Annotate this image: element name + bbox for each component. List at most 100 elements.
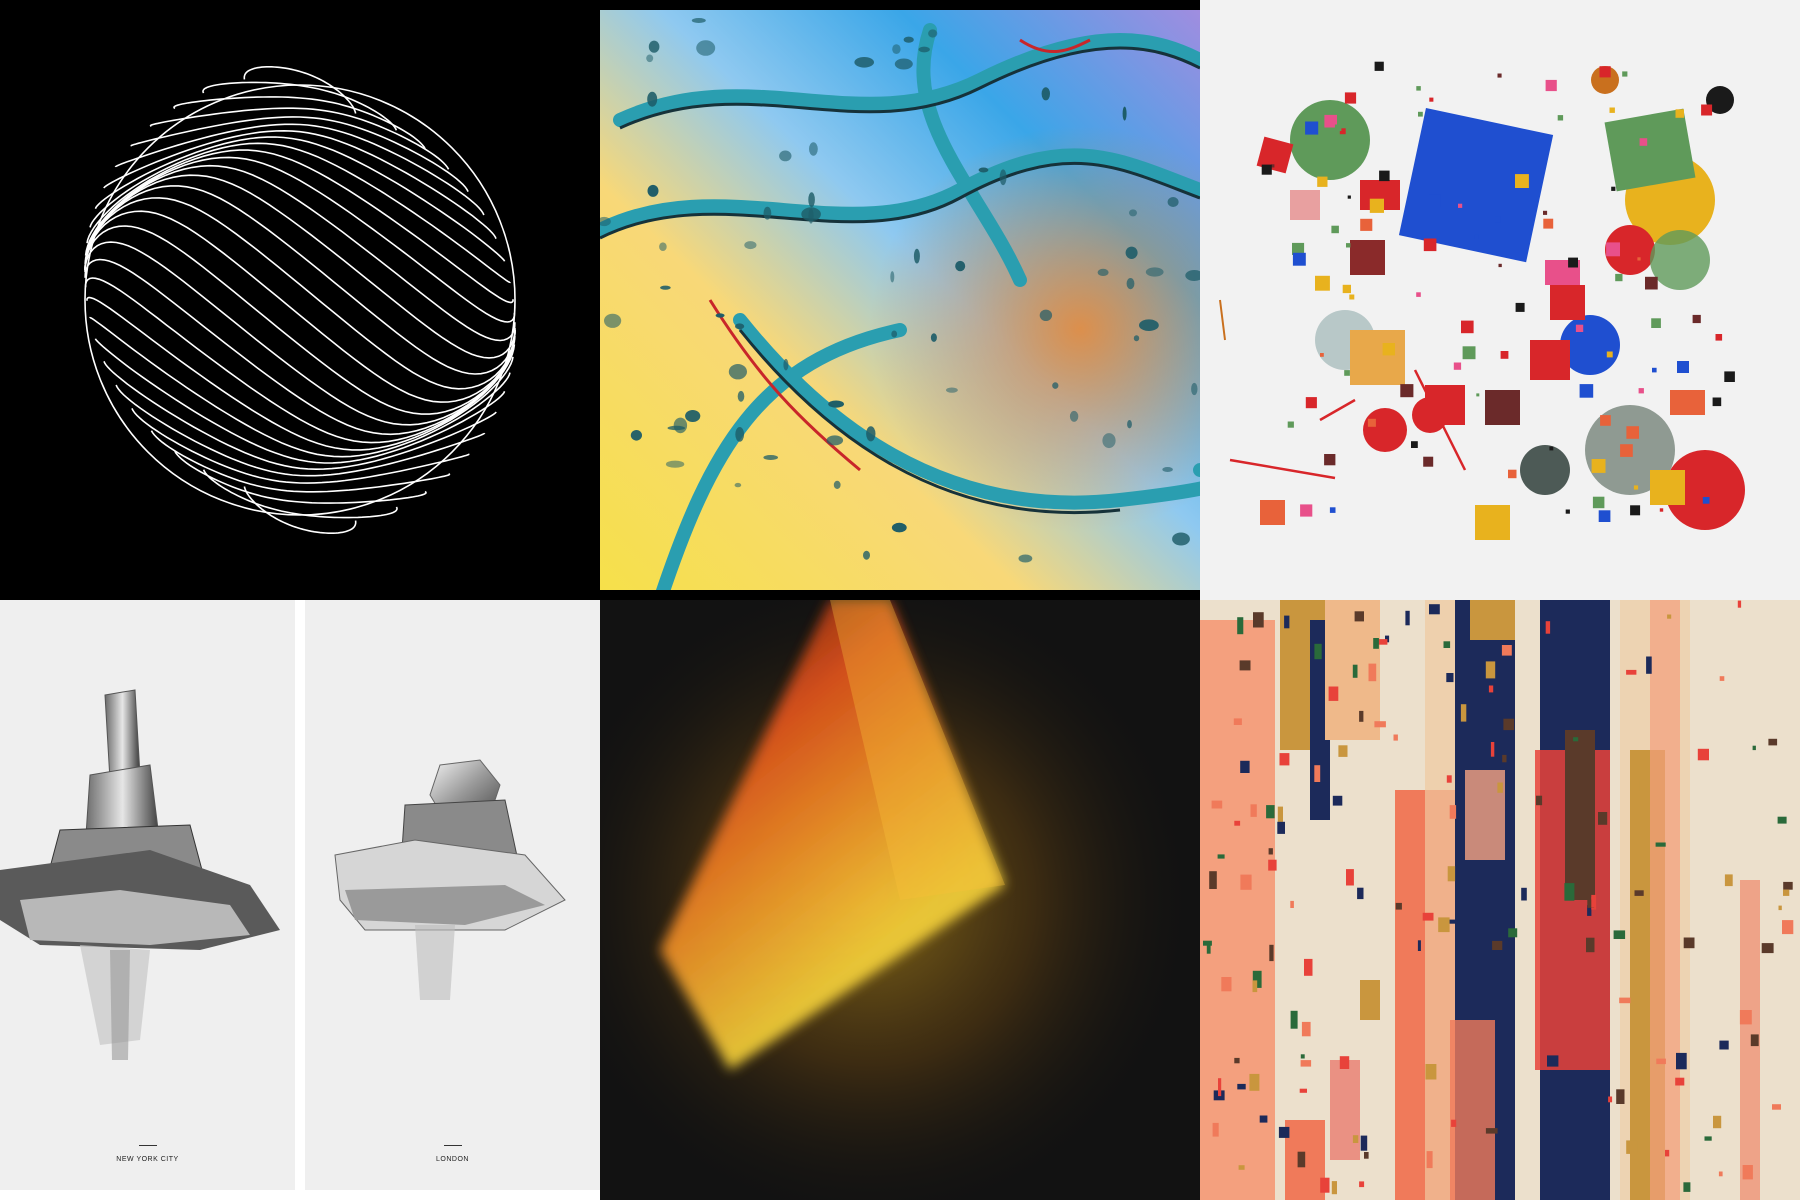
block-pixel <box>1619 997 1631 1004</box>
liquid-drop <box>891 522 907 533</box>
block-pixel <box>1547 1055 1559 1067</box>
block-pixel <box>1360 1135 1368 1151</box>
geo-square <box>1626 426 1639 439</box>
geo-square <box>1508 469 1517 479</box>
geo-square <box>1565 509 1570 514</box>
tile-geometric-composition[interactable] <box>1200 0 1800 600</box>
geo-square <box>1360 218 1373 231</box>
block-pixel <box>1697 748 1709 761</box>
block-pixel <box>1237 1083 1246 1090</box>
liquid-drop <box>1167 197 1179 207</box>
tile-wireframe-sphere[interactable] <box>0 0 600 600</box>
poster-london[interactable]: LONDON <box>305 600 600 1190</box>
block-pixel <box>1719 1040 1729 1050</box>
geo-square <box>1630 505 1641 516</box>
geo-square <box>1692 314 1701 324</box>
geo-square <box>1543 218 1554 229</box>
geo-square <box>1651 318 1661 328</box>
liquid-drop <box>866 426 876 442</box>
block-pixel <box>1278 1126 1290 1138</box>
block-pixel <box>1782 920 1794 935</box>
geo-square <box>1712 397 1722 407</box>
block-pixel <box>1586 937 1595 953</box>
geo-square <box>1423 456 1434 467</box>
geo-square <box>1579 384 1594 398</box>
geo-square <box>1428 194 1441 207</box>
block-pixel <box>1761 943 1774 954</box>
block-pixel <box>1667 614 1672 619</box>
block-pixel <box>1502 754 1507 763</box>
block-pixel <box>1490 742 1495 757</box>
block-pixel <box>1488 685 1494 693</box>
block-pixel <box>1393 734 1398 741</box>
block-pixel <box>1724 874 1733 887</box>
liquid-drop <box>894 58 913 70</box>
block-pixel <box>1209 871 1217 889</box>
liquid-drop <box>1172 532 1190 546</box>
liquid-drop <box>1162 467 1173 472</box>
geo-square <box>1411 441 1418 448</box>
block-pixel <box>1443 641 1451 648</box>
liquid-abstract-art <box>600 10 1200 600</box>
geo-square <box>1382 343 1395 356</box>
block-pixel <box>1206 943 1211 954</box>
liquid-drop <box>801 207 821 222</box>
geo-square <box>1701 104 1713 116</box>
block-pixel <box>1573 737 1579 742</box>
block-pixel <box>1655 842 1666 847</box>
block-pixel <box>1492 940 1503 950</box>
block-pixel <box>1616 1089 1625 1104</box>
geo-square <box>1497 73 1502 78</box>
block-pixel <box>1357 887 1364 900</box>
liquid-drop <box>808 192 815 208</box>
geo-square <box>1591 459 1606 473</box>
block-pixel <box>1665 1149 1670 1157</box>
tile-city-posters[interactable]: NEW YORK CITY LONDON <box>0 600 600 1200</box>
geo-square <box>1675 109 1684 118</box>
block-pixel <box>1373 638 1379 649</box>
block-pixel <box>1233 718 1242 725</box>
liquid-drop <box>1139 319 1159 332</box>
liquid-drop <box>763 206 772 220</box>
geo-square <box>1498 263 1502 268</box>
block-pixel <box>1718 1171 1723 1177</box>
block-pixel <box>1331 1181 1337 1195</box>
block-pixel <box>1676 1052 1687 1070</box>
block-pixel <box>1742 1165 1753 1180</box>
block-pixel <box>1352 1135 1359 1143</box>
geo-square <box>1261 164 1272 175</box>
block-pixel <box>1268 859 1277 871</box>
geo-square <box>1543 210 1548 215</box>
liquid-drop <box>763 455 778 460</box>
block-pixel <box>1301 1021 1311 1037</box>
block-pixel <box>1634 890 1644 896</box>
block-pixel <box>1447 866 1456 882</box>
liquid-drop <box>779 150 792 162</box>
geo-square <box>1677 361 1689 373</box>
poster-new-york-city[interactable]: NEW YORK CITY <box>0 600 295 1190</box>
liquid-drop <box>955 260 966 272</box>
block-pixel <box>1240 760 1250 773</box>
block-pixel <box>1451 1119 1457 1127</box>
liquid-drop <box>1127 420 1132 429</box>
liquid-drop <box>783 358 789 371</box>
geo-square <box>1611 186 1616 191</box>
tile-light-prism[interactable] <box>600 600 1200 1200</box>
geo-square <box>1575 324 1584 332</box>
geo-square <box>1638 388 1644 394</box>
block-pixel <box>1352 664 1358 678</box>
liquid-drop <box>1069 410 1079 422</box>
block-pixel <box>1485 1128 1498 1134</box>
liquid-drop <box>1145 267 1164 277</box>
geo-square <box>1416 86 1421 91</box>
block-pixel <box>1438 917 1450 933</box>
geo-square <box>1557 115 1564 121</box>
block-pixel <box>1737 600 1742 608</box>
liquid-drop <box>734 482 742 488</box>
block-pixel <box>1332 795 1343 806</box>
tile-liquid-abstract[interactable] <box>600 0 1200 600</box>
geo-square <box>1606 351 1613 358</box>
tile-vertical-blocks[interactable] <box>1200 600 1800 1200</box>
liquid-drop <box>1133 335 1140 342</box>
geo-square <box>1317 176 1328 187</box>
